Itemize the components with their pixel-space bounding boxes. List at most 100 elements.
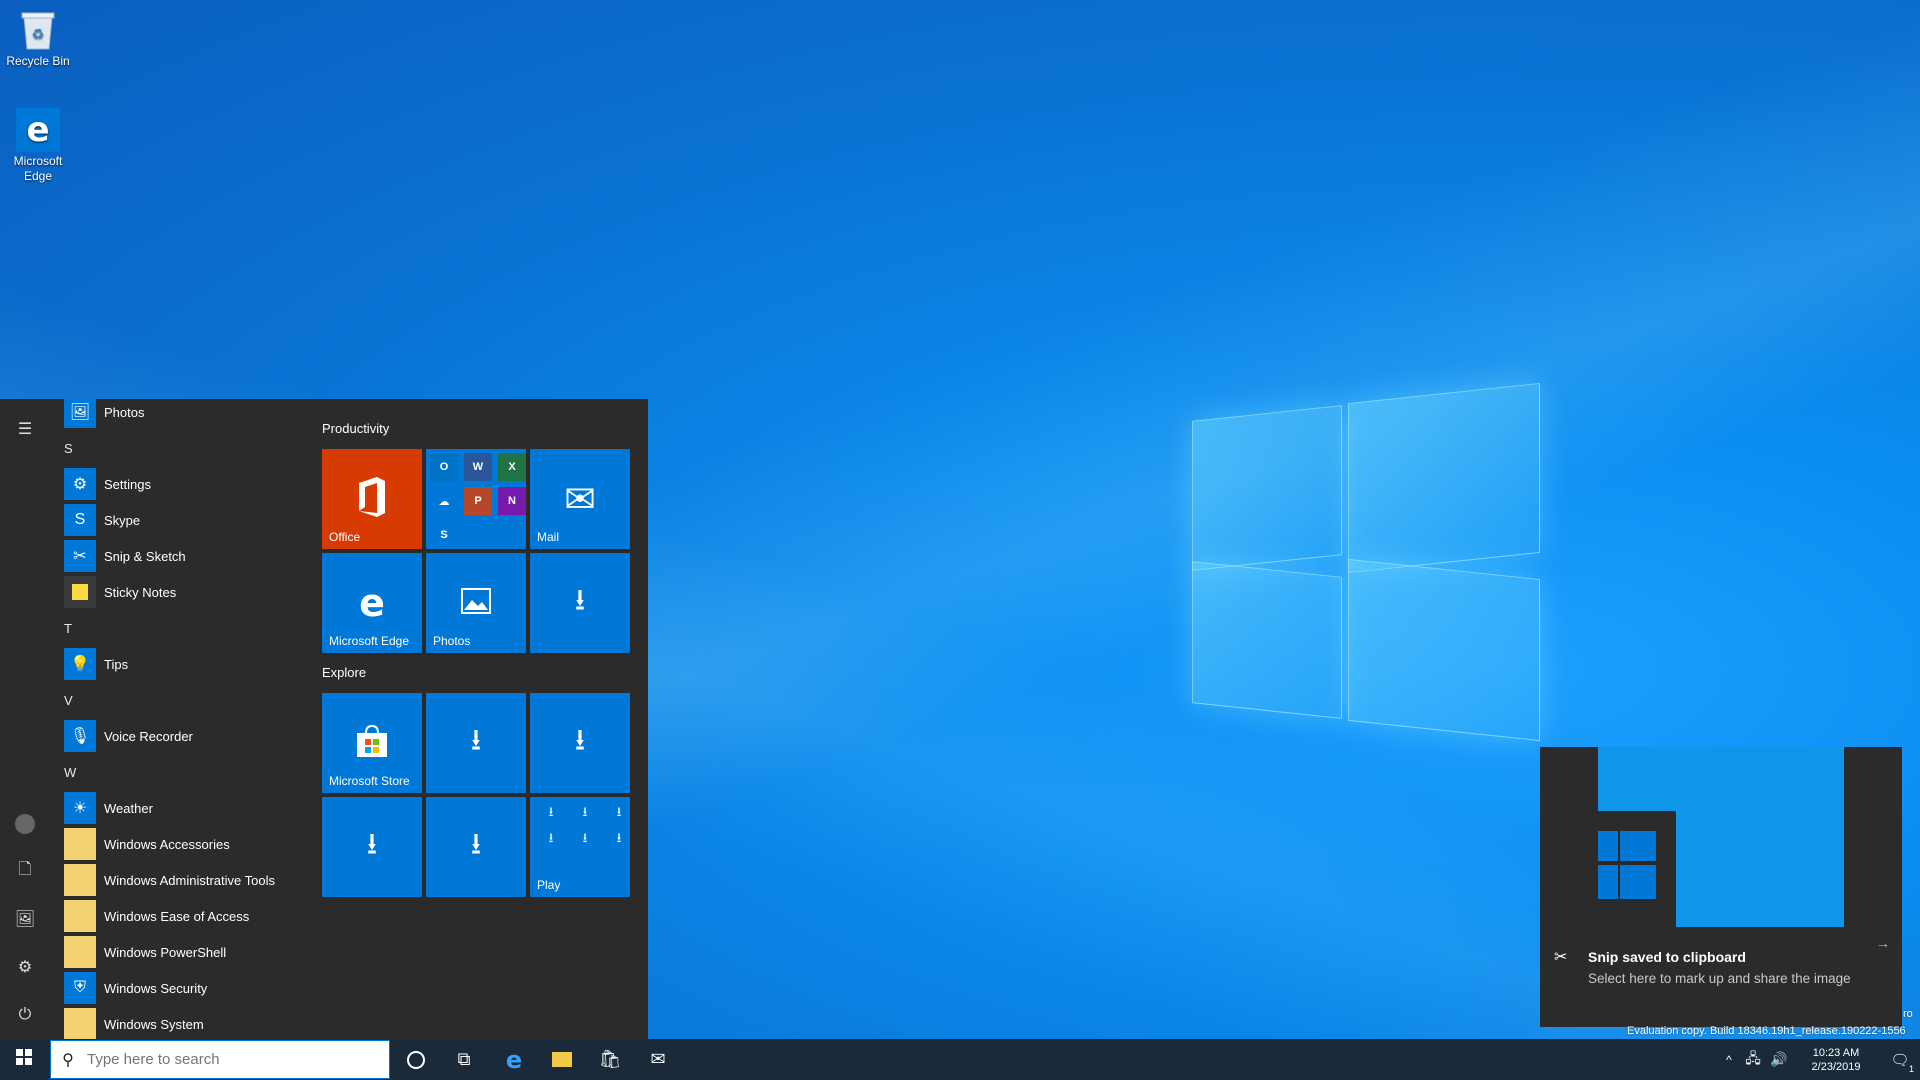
app-list-item[interactable]: Windows System⌄ (64, 1007, 310, 1039)
alpha-header-s[interactable]: S (64, 441, 73, 456)
tile-office[interactable]: Office (322, 449, 422, 549)
folder-icon (64, 864, 96, 896)
tile-microsoft-store[interactable]: Microsoft Store (322, 693, 422, 793)
alpha-header-w[interactable]: W (64, 765, 76, 780)
sun-icon: ☀ (64, 792, 96, 824)
action-center-button[interactable]: 🗨 1 (1880, 1039, 1920, 1080)
tile-office-apps-folder[interactable]: O W X ☁ P N S (426, 449, 526, 549)
taskbar-store-button[interactable]: 🛍 (586, 1039, 634, 1080)
snip-icon: ✂ (64, 540, 96, 572)
power-icon[interactable]: ⏻ (0, 995, 50, 1035)
app-list-item[interactable]: Windows Ease of Access⌄ (64, 899, 310, 933)
chevron-up-icon[interactable]: ^ (1718, 1039, 1740, 1080)
search-input[interactable] (85, 1050, 379, 1069)
documents-icon[interactable]: 🗋 (0, 851, 50, 891)
download-arrow-icons: ⭳ ⭳ ⭳ ⭳ ⭳ ⭳ (548, 804, 622, 845)
app-label: Windows PowerShell (104, 944, 227, 960)
app-label: Weather (104, 800, 153, 816)
app-list-item[interactable]: ⚙ Settings (64, 467, 310, 501)
desktop-icon-recycle-bin[interactable]: ♻ Recycle Bin (0, 8, 76, 69)
taskbar-mail-button[interactable]: ✉ (634, 1039, 682, 1080)
task-view-button[interactable]: ⧉ (440, 1039, 488, 1080)
snip-preview-image (1598, 747, 1844, 927)
toast-notification[interactable]: ✂ Snip saved to clipboard Select here to… (1540, 747, 1902, 1027)
edge-icon: e (359, 581, 385, 625)
folder-icon (64, 1008, 96, 1039)
clock[interactable]: 10:23 AM 2/23/2019 (1792, 1046, 1880, 1074)
search-icon: ⚲ (62, 1051, 74, 1069)
folder-icon (64, 900, 96, 932)
tile-download-placeholder[interactable]: ⭳ (426, 693, 526, 793)
settings-gear-icon[interactable]: ⚙ (0, 947, 50, 987)
app-label: Settings (104, 476, 151, 492)
photos-icon (461, 587, 491, 619)
store-icon (355, 724, 389, 763)
tile-download-placeholder[interactable]: ⭳ (530, 553, 630, 653)
download-arrow-icon: ⭳ (470, 723, 482, 757)
alpha-header-v[interactable]: V (64, 693, 73, 708)
app-list-item[interactable]: ☀ Weather (64, 791, 310, 825)
tile-label: Microsoft Store (329, 774, 410, 788)
microphone-icon: 🎙 (64, 720, 96, 752)
system-tray: ^ 🖧 🔊 10:23 AM 2/23/2019 🗨 1 (1718, 1039, 1920, 1080)
alpha-header-t[interactable]: T (64, 621, 72, 636)
group-title-explore: Explore (322, 665, 367, 680)
tile-mail[interactable]: ✉ Mail (530, 449, 630, 549)
start-menu: ☰ 🗋 🖼 ⚙ ⏻ 🖼 Photos S ⚙ Settings S Skype ✂ Snip &… (0, 399, 648, 1039)
tile-download-placeholder[interactable]: ⭳ (322, 797, 422, 897)
network-icon[interactable]: 🖧 (1740, 1039, 1766, 1080)
pictures-icon[interactable]: 🖼 (0, 899, 50, 939)
start-button[interactable] (0, 1039, 48, 1080)
desktop-icon-label: Recycle Bin (6, 54, 70, 68)
folder-icon (64, 828, 96, 860)
folder-icon (64, 936, 96, 968)
word-icon: W (464, 453, 492, 481)
taskbar-file-explorer-button[interactable] (538, 1039, 586, 1080)
app-label: Photos (104, 404, 145, 420)
app-list-item[interactable]: Windows PowerShell⌄ (64, 935, 310, 969)
app-list-item[interactable]: ✂ Snip & Sketch (64, 539, 310, 573)
app-list-item[interactable]: Windows Accessories⌄ (64, 827, 310, 861)
app-list-item[interactable]: 🖼 Photos (64, 399, 310, 429)
app-list-item[interactable]: ⛨ Windows Security (64, 971, 310, 1005)
app-list-item[interactable]: 🎙 Voice Recorder (64, 719, 310, 753)
tile-download-placeholder[interactable]: ⭳ (530, 693, 630, 793)
app-list-item[interactable]: 💡 Tips (64, 647, 310, 681)
app-label: Windows Administrative Tools (104, 872, 275, 888)
taskbar: ⚲ ⧉ e 🛍 ✉ ^ 🖧 🔊 10:23 AM 2/23/2019 🗨 1 (0, 1039, 1920, 1080)
tile-download-placeholder[interactable]: ⭳ (426, 797, 526, 897)
excel-icon: X (498, 453, 526, 481)
download-arrow-icon: ⭳ (574, 583, 586, 617)
taskbar-edge-button[interactable]: e (490, 1039, 538, 1080)
app-list-item[interactable]: Sticky Notes (64, 575, 310, 609)
app-list-item[interactable]: Windows Administrative Tools⌄ (64, 863, 310, 897)
notification-count: 1 (1908, 1064, 1914, 1074)
app-label: Windows Accessories (104, 836, 230, 852)
download-arrow-icon: ⭳ (470, 827, 482, 861)
shield-icon: ⛨ (64, 972, 96, 1004)
tile-play-folder[interactable]: ⭳ ⭳ ⭳ ⭳ ⭳ ⭳ Play (530, 797, 630, 897)
skype-icon: S (64, 504, 96, 536)
build-watermark: Evaluation copy. Build 18346.19h1_releas… (1627, 1025, 1906, 1037)
tile-photos[interactable]: Photos (426, 553, 526, 653)
app-list-item[interactable]: S Skype (64, 503, 310, 537)
recycle-bin-icon: ♻ (16, 8, 60, 52)
download-arrow-icon: ⭳ (366, 827, 378, 861)
powerpoint-icon: P (464, 487, 492, 515)
desktop-icon-microsoft-edge[interactable]: e Microsoft Edge (0, 108, 76, 184)
photos-icon: 🖼 (64, 399, 96, 428)
windows-logo-icon (16, 1049, 32, 1070)
app-label: Sticky Notes (104, 584, 177, 600)
hamburger-menu-icon[interactable]: ☰ (0, 409, 50, 449)
volume-icon[interactable]: 🔊 (1766, 1039, 1792, 1080)
snip-sketch-icon: ✂ (1554, 949, 1568, 966)
user-avatar-icon[interactable] (0, 804, 50, 844)
cortana-button[interactable] (392, 1039, 440, 1080)
onedrive-icon: ☁ (430, 487, 458, 515)
tile-microsoft-edge[interactable]: e Microsoft Edge (322, 553, 422, 653)
arrow-right-icon[interactable]: → (1876, 935, 1890, 951)
search-box[interactable]: ⚲ (50, 1040, 390, 1079)
app-label: Windows System (104, 1016, 204, 1032)
toast-title: Snip saved to clipboard (1588, 949, 1746, 965)
edge-icon: e (16, 108, 60, 152)
